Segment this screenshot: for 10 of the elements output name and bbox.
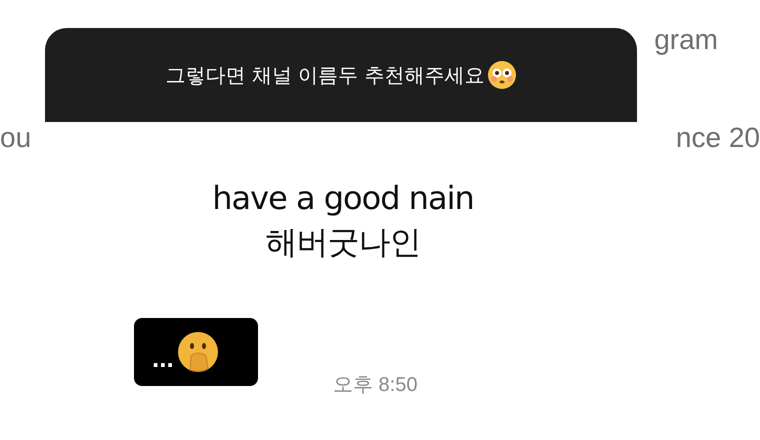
caption-text: ou xyxy=(0,122,32,154)
flushed-emoji-icon xyxy=(486,60,517,90)
message-text: have a good nain xyxy=(212,178,474,219)
caption-text: gram xyxy=(654,24,718,56)
caption-text: nce 20 xyxy=(676,122,760,154)
timestamp-text: 오후 8:50 xyxy=(333,373,418,398)
reply-text: ... xyxy=(152,342,174,374)
hand-over-mouth-emoji-icon xyxy=(176,330,220,374)
message-text: 해버굿나인 xyxy=(266,222,420,263)
story-reply-text: 그렇다면 채널 이름두 추천해주세요 xyxy=(165,62,485,88)
